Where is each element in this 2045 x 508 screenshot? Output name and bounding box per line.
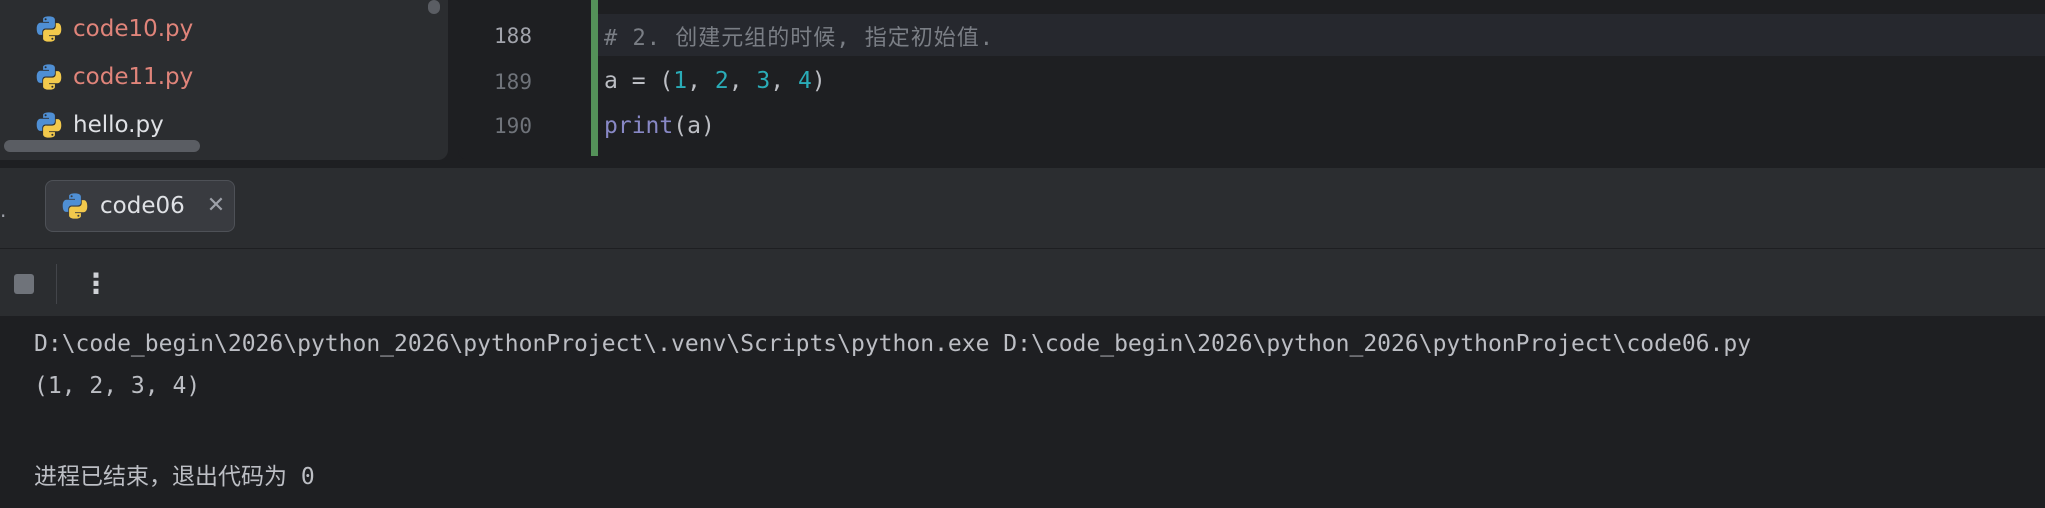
change-marker[interactable] xyxy=(591,0,598,156)
code-comment: # 2. 创建元组的时候, 指定初始值. xyxy=(604,26,994,51)
more-vertical-icon[interactable]: ⋮ xyxy=(82,266,110,302)
code-number: 4 xyxy=(797,68,812,94)
close-icon[interactable]: ✕ xyxy=(207,195,225,217)
line-number: 190 xyxy=(494,114,532,138)
code-token: ) xyxy=(811,68,826,94)
run-tool-window: ‧ code06 ✕ ⋮ D:\code_begin\2026\python_2… xyxy=(0,168,2045,508)
code-editor[interactable]: 188 189 190 # 2. 创建元组的时候, 指定初始值. a = (1,… xyxy=(458,0,2045,160)
code-number: 3 xyxy=(756,68,771,94)
code-token: , xyxy=(770,68,798,94)
panel-drag-handle[interactable]: ‧ xyxy=(0,204,6,228)
code-token: (a) xyxy=(673,113,715,139)
stop-icon[interactable] xyxy=(14,274,34,294)
code-number: 1 xyxy=(673,68,688,94)
tree-file-code10[interactable]: code10.py xyxy=(34,7,193,51)
project-tree-panel: code10.py code11.py hello.py xyxy=(0,0,448,160)
code-line-190[interactable]: print (a) xyxy=(604,104,715,148)
code-token: , xyxy=(687,68,715,94)
tab-label: code06 xyxy=(100,193,185,219)
code-number: 2 xyxy=(714,68,729,94)
console-command-line: D:\code_begin\2026\python_2026\pythonPro… xyxy=(34,331,1752,357)
code-builtin: print xyxy=(604,113,674,139)
code-line-189[interactable]: a = (1, 2, 3, 4) xyxy=(604,59,826,103)
console-output[interactable]: D:\code_begin\2026\python_2026\pythonPro… xyxy=(0,317,2045,508)
code-token: ( xyxy=(659,68,674,94)
divider xyxy=(0,248,2045,249)
python-file-icon xyxy=(34,14,64,44)
file-name: hello.py xyxy=(73,112,164,138)
code-token: a xyxy=(604,68,618,94)
line-number: 189 xyxy=(494,70,532,94)
file-name: code10.py xyxy=(73,16,194,42)
tab-code06[interactable]: code06 ✕ xyxy=(45,180,235,232)
python-file-icon xyxy=(34,110,64,140)
python-file-icon xyxy=(34,62,64,92)
code-token: = xyxy=(617,68,660,94)
code-line-188[interactable]: # 2. 创建元组的时候, 指定初始值. xyxy=(604,14,994,58)
horizontal-scrollbar-thumb[interactable] xyxy=(4,140,200,152)
vertical-scrollbar-thumb[interactable] xyxy=(428,0,440,14)
toolbar-separator xyxy=(56,264,57,304)
console-exit-message: 进程已结束，退出代码为 0 xyxy=(34,464,315,490)
line-number: 188 xyxy=(494,24,532,48)
file-name: code11.py xyxy=(73,64,194,90)
python-file-icon xyxy=(60,191,90,221)
console-output-line: (1, 2, 3, 4) xyxy=(34,373,201,399)
tree-file-code11[interactable]: code11.py xyxy=(34,55,193,99)
code-token: , xyxy=(728,68,757,94)
